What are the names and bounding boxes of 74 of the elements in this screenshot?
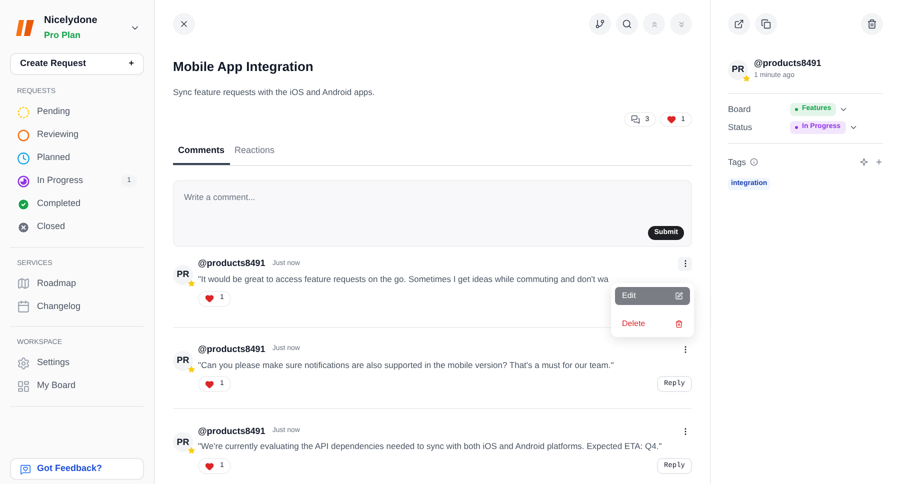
star-icon — [188, 366, 195, 372]
external-link-icon — [734, 19, 744, 29]
star-icon — [188, 447, 195, 454]
request-description: Sync feature requests with the iOS and Android apps. — [173, 86, 376, 98]
copy-icon — [761, 19, 771, 29]
comment-text: "It would be great to access feature requests on the go. Sometimes I get ideas while commuting and don't wa — [198, 272, 610, 286]
author-name: @products8491 — [754, 57, 822, 70]
sparkle-icon[interactable] — [860, 158, 868, 166]
create-request-button[interactable]: Create Request + — [10, 53, 144, 75]
field-label: Board — [728, 103, 752, 116]
comment-author: @products8491 — [198, 424, 266, 438]
sidebar-item[interactable]: Pending — [10, 100, 144, 124]
chevrons-up-icon — [650, 20, 658, 28]
duplicate-button[interactable] — [755, 13, 777, 35]
comment-author: @products8491 — [198, 342, 266, 356]
check-circle-icon — [17, 198, 30, 210]
logo-icon — [14, 17, 36, 39]
edit-icon — [675, 292, 683, 300]
clock-icon — [17, 152, 30, 164]
map-icon — [17, 277, 30, 290]
feedback-icon — [20, 464, 31, 474]
trash-icon — [867, 19, 877, 29]
tab[interactable]: Comments — [173, 144, 230, 165]
board-icon — [17, 380, 30, 392]
menu-item[interactable]: Edit — [615, 287, 690, 305]
star-icon — [743, 75, 750, 82]
field-label: Status — [728, 121, 754, 134]
request-title: Mobile App Integration — [173, 58, 314, 76]
trash-icon — [675, 320, 683, 328]
star-icon — [188, 280, 195, 287]
sidebar-item[interactable]: My Board — [10, 374, 144, 398]
comment-text: "Can you please make sure notifications are also supported in the mobile version? That's a must for our team." — [198, 358, 615, 372]
more-button[interactable] — [678, 256, 692, 271]
info-icon — [750, 158, 758, 166]
heart-icon — [205, 380, 214, 389]
comments-icon — [631, 115, 640, 124]
branch-icon — [595, 19, 605, 29]
circle-icon — [17, 128, 30, 142]
avatar: PR — [173, 350, 193, 370]
heart-icon — [205, 462, 214, 470]
search-button[interactable] — [616, 13, 638, 35]
workspace-name: Nicelydone — [44, 14, 98, 28]
settings-icon — [17, 356, 30, 370]
x-circle-icon — [17, 220, 30, 234]
branch-button[interactable] — [589, 13, 611, 35]
avatar: PR — [173, 432, 193, 452]
search-icon — [622, 19, 632, 29]
plan-label: Pro Plan — [44, 29, 82, 42]
half-circle-icon — [17, 174, 30, 188]
chevrons-down-icon — [676, 20, 686, 28]
delete-button[interactable] — [861, 13, 883, 35]
sidebar-item[interactable]: Completed — [10, 192, 144, 216]
close-button[interactable] — [173, 13, 195, 35]
sidebar-item[interactable]: Reviewing — [10, 124, 144, 146]
comment-author: @products8491 — [198, 257, 266, 270]
sidebar-item[interactable]: Planned — [10, 146, 144, 170]
sidebar-item[interactable]: Changelog — [10, 295, 144, 318]
tags-label: Tags — [728, 156, 746, 169]
sidebar-item[interactable]: Roadmap — [10, 272, 144, 295]
add-icon[interactable] — [875, 158, 883, 166]
calendar-icon — [17, 300, 30, 313]
sidebar-item[interactable]: Settings — [10, 352, 144, 374]
sidebar-item[interactable]: Closed — [10, 216, 144, 238]
heart-icon — [667, 115, 676, 124]
menu-item[interactable]: Delete — [615, 315, 690, 333]
heart-icon — [205, 294, 214, 303]
avatar: PR — [728, 60, 748, 80]
close-icon — [179, 19, 189, 29]
feedback-button[interactable]: Got Feedback? — [10, 458, 144, 480]
open-button[interactable] — [728, 13, 750, 35]
avatar: PR — [173, 264, 193, 285]
comment-text: "We're currently evaluating the API dependencies needed to sync with both iOS and Android platforms. Expected ETA: Q4." — [198, 440, 663, 453]
tab[interactable]: Reactions — [230, 144, 280, 165]
dashed-circle-icon — [17, 106, 30, 118]
